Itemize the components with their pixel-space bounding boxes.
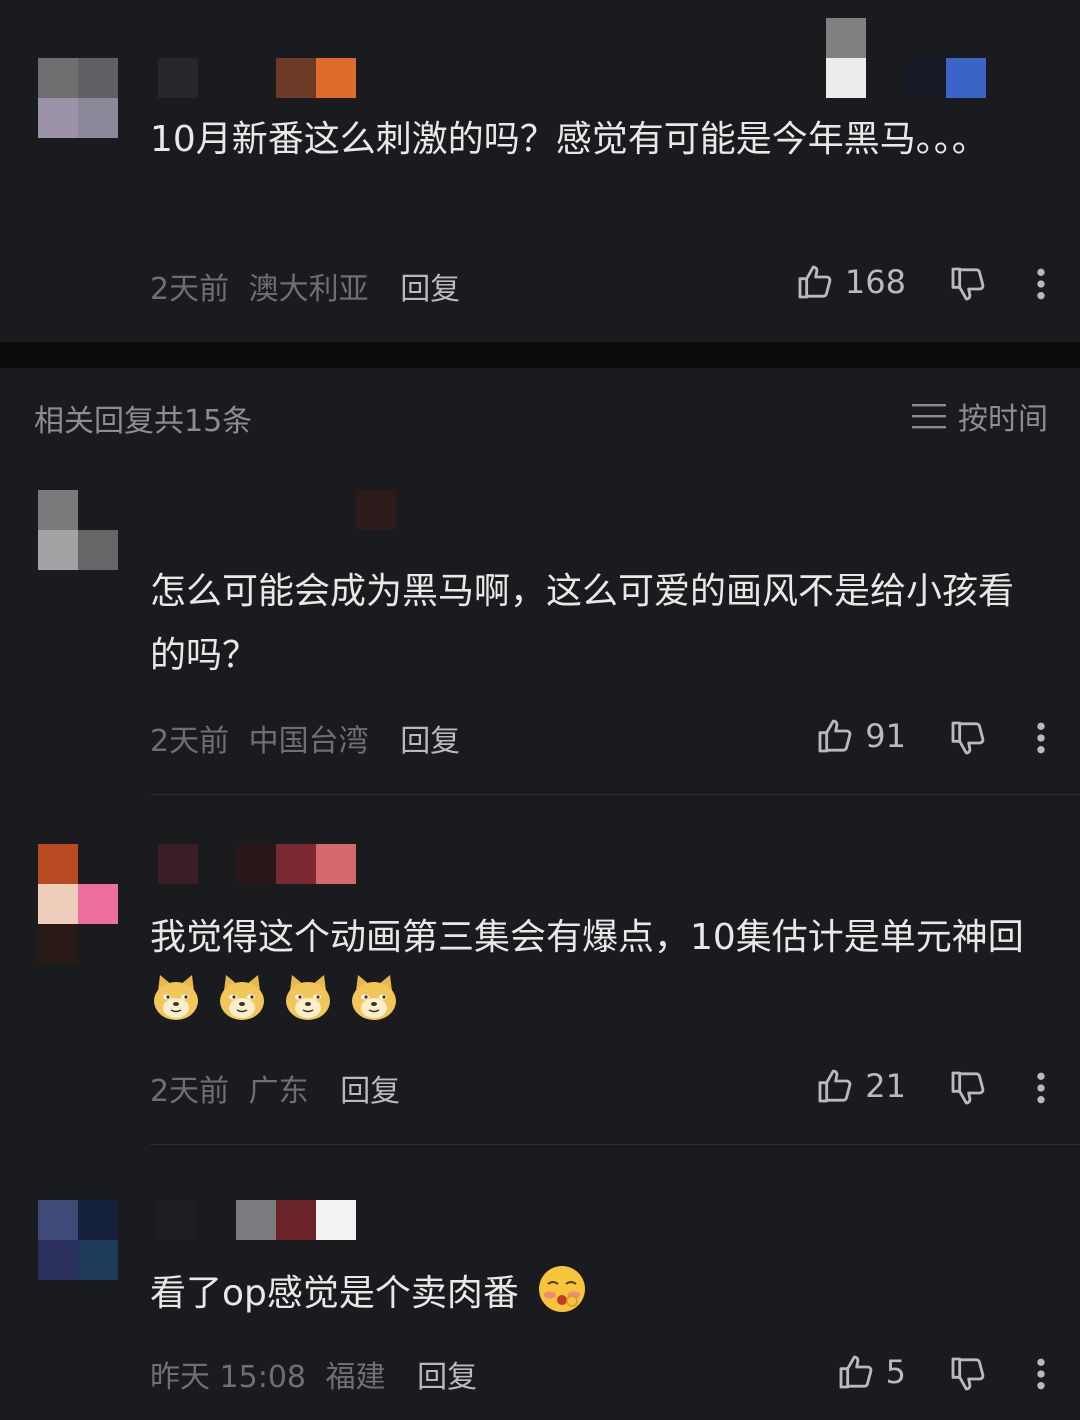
- comment-text: 怎么可能会成为黑马啊，这么可爱的画风不是给小孩看的吗？: [150, 571, 1015, 676]
- doge-emoji: [352, 975, 396, 1020]
- sort-button[interactable]: 按时间: [912, 394, 1048, 438]
- username[interactable]: [158, 844, 358, 884]
- thumbs-up-icon: [818, 1069, 852, 1103]
- reply-button[interactable]: 回复: [340, 1074, 400, 1109]
- more-vertical-icon[interactable]: [1026, 1068, 1056, 1108]
- comment-text: 10月新番这么刺激的吗？感觉有可能是今年黑马。。。: [150, 119, 988, 160]
- thumbs-down-icon[interactable]: [948, 1068, 988, 1108]
- like-count: 5: [885, 1353, 906, 1391]
- avatar[interactable]: [38, 844, 118, 964]
- comment-body: 看了op感觉是个卖肉番: [150, 1273, 519, 1314]
- like-count: 91: [865, 717, 906, 755]
- like-button[interactable]: 168: [795, 262, 906, 302]
- comment-time: 2天前: [150, 724, 230, 759]
- sort-label: 按时间: [958, 402, 1048, 437]
- reply-button[interactable]: 回复: [400, 272, 460, 307]
- avatar[interactable]: [38, 1200, 118, 1280]
- reply-button[interactable]: 回复: [417, 1360, 477, 1395]
- section-divider: [0, 342, 1080, 368]
- divider: [150, 794, 1080, 795]
- blushing-emoji: [539, 1266, 586, 1312]
- comment-meta: 2天前 澳大利亚 回复: [150, 264, 460, 308]
- doge-emoji: [286, 975, 330, 1020]
- comment-location: 澳大利亚: [248, 272, 369, 307]
- comment-location: 中国台湾: [248, 724, 369, 759]
- comment-body: 我觉得这个动画第三集会有爆点，10集估计是单元神回: [150, 917, 1024, 958]
- divider: [150, 1144, 1080, 1145]
- more-vertical-icon[interactable]: [1026, 718, 1056, 758]
- thumbs-up-icon: [798, 265, 832, 299]
- doge-emoji: [154, 975, 198, 1020]
- comment-meta: 2天前 中国台湾 回复: [150, 716, 460, 760]
- comment-meta: 昨天 15:08 福建 回复: [150, 1352, 477, 1396]
- thumbs-down-icon[interactable]: [948, 264, 988, 304]
- comment-time: 2天前: [150, 272, 230, 307]
- comment-meta: 2天前 广东 回复: [150, 1066, 400, 1110]
- username[interactable]: [356, 490, 396, 530]
- menu-lines-icon: [912, 404, 946, 429]
- comment-text: 我觉得这个动画第三集会有爆点，10集估计是单元神回: [150, 906, 1030, 1034]
- like-count: 21: [865, 1067, 906, 1105]
- username[interactable]: [158, 58, 358, 98]
- doge-emoji: [220, 975, 264, 1020]
- comment-location: 福建: [325, 1360, 386, 1395]
- avatar[interactable]: [38, 490, 118, 570]
- more-vertical-icon[interactable]: [1026, 264, 1056, 304]
- comment-text: 看了op感觉是个卖肉番: [150, 1262, 1030, 1326]
- emoji-group: [150, 975, 414, 1022]
- thumbs-down-icon[interactable]: [948, 1354, 988, 1394]
- replies-count: 相关回复共15条: [34, 404, 253, 439]
- thumbs-up-icon: [818, 719, 852, 753]
- comment-time: 2天前: [150, 1074, 230, 1109]
- like-button[interactable]: 5: [836, 1352, 906, 1392]
- more-vertical-icon[interactable]: [1026, 1354, 1056, 1394]
- like-button[interactable]: 21: [815, 1066, 906, 1106]
- comment-location: 广东: [248, 1074, 309, 1109]
- like-count: 168: [844, 263, 906, 301]
- username[interactable]: [158, 1200, 358, 1240]
- avatar[interactable]: [38, 58, 118, 138]
- thumbs-up-icon: [839, 1355, 872, 1389]
- thumbs-down-icon[interactable]: [948, 718, 988, 758]
- like-button[interactable]: 91: [815, 716, 906, 756]
- user-badges: [826, 18, 986, 98]
- reply-button[interactable]: 回复: [400, 724, 460, 759]
- comment-time: 昨天 15:08: [150, 1360, 306, 1395]
